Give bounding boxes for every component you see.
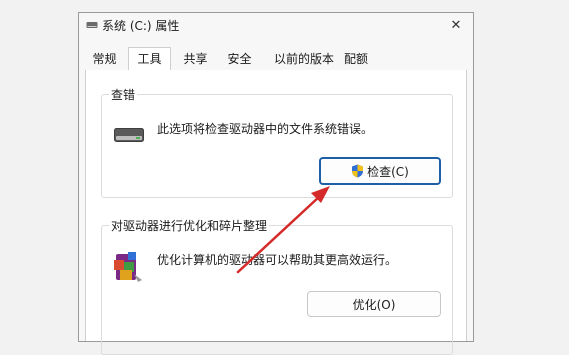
tools-panel: 查错 此选项将检查驱动器中的文件系统错误。 检查(C) 对驱动器进行优化和碎片整… [85, 70, 467, 355]
tab-general[interactable]: 常规 [87, 50, 122, 69]
tab-previous-versions[interactable]: 以前的版本 [271, 50, 337, 69]
close-button[interactable]: ✕ [445, 15, 467, 35]
close-icon: ✕ [450, 17, 462, 33]
check-button-label: 检查(C) [367, 164, 409, 179]
optimize-button-label: 优化(O) [352, 297, 396, 312]
title-bar: 系统 (C:) 属性 ✕ [79, 13, 473, 37]
error-checking-group: 查错 此选项将检查驱动器中的文件系统错误。 检查(C) [101, 86, 453, 198]
optimize-group: 对驱动器进行优化和碎片整理 优化计算机的驱动器可以帮助其更高效运行。 优化(O) [101, 217, 453, 355]
tab-security[interactable]: 安全 [222, 50, 257, 69]
shield-icon [351, 164, 364, 178]
check-button[interactable]: 检查(C) [319, 157, 441, 185]
window-title: 系统 (C:) 属性 [102, 19, 180, 33]
error-checking-description: 此选项将检查驱动器中的文件系统错误。 [157, 122, 374, 136]
optimize-title: 对驱动器进行优化和碎片整理 [109, 217, 270, 234]
optimize-description: 优化计算机的驱动器可以帮助其更高效运行。 [157, 253, 398, 267]
tab-sharing[interactable]: 共享 [178, 50, 213, 69]
error-checking-title: 查错 [109, 86, 138, 103]
properties-dialog: 系统 (C:) 属性 ✕ 常规 工具 共享 安全 以前的版本 配额 查错 此选项… [78, 12, 474, 355]
drive-icon [114, 128, 144, 145]
tab-tools[interactable]: 工具 [128, 47, 171, 71]
tab-quota[interactable]: 配额 [339, 50, 373, 69]
defrag-icon [112, 248, 144, 287]
drive-title-icon [86, 19, 98, 31]
tab-strip: 常规 工具 共享 安全 以前的版本 配额 [85, 47, 467, 71]
optimize-button[interactable]: 优化(O) [307, 291, 441, 317]
